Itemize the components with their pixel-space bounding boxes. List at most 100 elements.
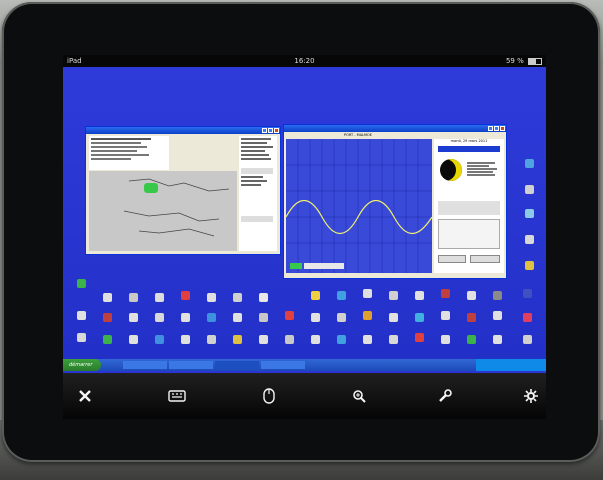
desktop-icon[interactable]: [379, 335, 407, 351]
desktop-icon[interactable]: [67, 311, 95, 327]
ephemeris-panel: mardi, 29 mars 2011: [434, 139, 504, 273]
desktop-icon[interactable]: [223, 313, 251, 329]
keyboard-icon[interactable]: [165, 385, 189, 407]
input-box[interactable]: [438, 201, 500, 215]
battery-percent: 59 %: [505, 57, 524, 65]
taskbar-item[interactable]: [169, 361, 213, 369]
desktop-icon[interactable]: [483, 291, 511, 307]
minimize-icon[interactable]: [262, 128, 267, 133]
desktop-icon[interactable]: [145, 313, 173, 329]
desktop-icon[interactable]: [67, 333, 95, 349]
side-button-bottom[interactable]: [241, 216, 273, 222]
desktop-icon[interactable]: [249, 335, 277, 351]
ipad-bezel: iPad 16:20 59 % PORT - MALMOE mardi, 29 …: [2, 2, 600, 462]
desktop-icon[interactable]: [405, 333, 433, 349]
desktop-icon[interactable]: [119, 293, 147, 309]
desktop-icon[interactable]: [275, 311, 303, 327]
desktop-icon[interactable]: [431, 289, 459, 305]
desktop-icon[interactable]: [353, 335, 381, 351]
desktop-icon[interactable]: [379, 313, 407, 329]
desktop-icon[interactable]: [457, 291, 485, 307]
desktop-icon[interactable]: [327, 313, 355, 329]
desktop-icon[interactable]: [171, 291, 199, 307]
desktop-icon[interactable]: [119, 335, 147, 351]
info-panel: [89, 136, 169, 170]
desktop-icon[interactable]: [483, 335, 511, 351]
utc-bar: [438, 146, 500, 152]
desktop-icon[interactable]: [197, 293, 225, 309]
taskbar-item[interactable]: [261, 361, 305, 369]
map-window[interactable]: [85, 126, 281, 255]
taskbar-item[interactable]: [123, 361, 167, 369]
action-button-right[interactable]: [470, 255, 500, 263]
maximize-icon[interactable]: [494, 126, 499, 131]
desktop-icon[interactable]: [301, 335, 329, 351]
desktop-icon[interactable]: [301, 291, 329, 307]
desktop-icon[interactable]: [515, 209, 543, 225]
desktop-icon[interactable]: [457, 335, 485, 351]
desktop-icon[interactable]: [223, 293, 251, 309]
gear-icon[interactable]: [519, 385, 543, 407]
ios-status-bar: iPad 16:20 59 %: [63, 55, 546, 67]
desktop-icon[interactable]: [405, 291, 433, 307]
desktop-icon[interactable]: [301, 313, 329, 329]
desktop-icon[interactable]: [249, 293, 277, 309]
world-map[interactable]: [89, 171, 237, 251]
desktop-icon[interactable]: [513, 335, 541, 351]
desktop-icon[interactable]: [515, 261, 543, 277]
minimize-icon[interactable]: [488, 126, 493, 131]
tide-table[interactable]: [438, 219, 500, 249]
desktop-icon[interactable]: [145, 293, 173, 309]
desktop-icon[interactable]: [513, 289, 541, 305]
desktop-icon[interactable]: [93, 335, 121, 351]
desktop-icon[interactable]: [379, 291, 407, 307]
desktop-icon[interactable]: [431, 335, 459, 351]
close-window-icon[interactable]: [274, 128, 279, 133]
close-icon[interactable]: [73, 385, 97, 407]
tide-heading: PORT - MALMOE: [344, 133, 373, 137]
tide-window-titlebar[interactable]: [284, 125, 506, 132]
desktop-icon[interactable]: [119, 313, 147, 329]
desktop-icon[interactable]: [353, 311, 381, 327]
desktop-icon[interactable]: [93, 293, 121, 309]
maximize-icon[interactable]: [268, 128, 273, 133]
map-window-titlebar[interactable]: [86, 127, 280, 134]
desktop-icon[interactable]: [515, 159, 543, 175]
tide-window[interactable]: PORT - MALMOE mardi, 29 mars 2011: [283, 124, 507, 279]
desktop-icon[interactable]: [515, 185, 543, 201]
side-list-panel[interactable]: [239, 136, 277, 251]
desktop-icon[interactable]: [275, 335, 303, 351]
desktop-icon[interactable]: [223, 335, 251, 351]
desktop-icon[interactable]: [353, 289, 381, 305]
close-window-icon[interactable]: [500, 126, 505, 131]
desktop-icon[interactable]: [483, 311, 511, 327]
desktop-icon[interactable]: [515, 235, 543, 251]
remote-toolbar: [63, 373, 546, 419]
action-button-left[interactable]: [438, 255, 466, 263]
desktop-icon[interactable]: [171, 313, 199, 329]
desktop-icon[interactable]: [145, 335, 173, 351]
wrench-icon[interactable]: [433, 385, 457, 407]
desktop-icon[interactable]: [327, 291, 355, 307]
desktop-icon[interactable]: [327, 335, 355, 351]
desktop-icon[interactable]: [249, 313, 277, 329]
desktop-icon[interactable]: [405, 313, 433, 329]
desktop-icon[interactable]: [431, 311, 459, 327]
desktop-icon[interactable]: [171, 335, 199, 351]
desktop-icon[interactable]: [67, 279, 95, 295]
desktop-icon[interactable]: [513, 313, 541, 329]
desktop-icon[interactable]: [457, 313, 485, 329]
zoom-icon[interactable]: [347, 385, 371, 407]
desktop-icon[interactable]: [197, 335, 225, 351]
remote-desktop[interactable]: PORT - MALMOE mardi, 29 mars 2011 démarr…: [63, 67, 546, 371]
mouse-icon[interactable]: [257, 385, 281, 407]
desktop-icon[interactable]: [197, 313, 225, 329]
start-button[interactable]: démarrer: [63, 359, 101, 371]
system-tray[interactable]: [476, 359, 546, 371]
taskbar-item-active[interactable]: [215, 361, 259, 369]
desktop-icon[interactable]: [93, 313, 121, 329]
tide-plot[interactable]: [286, 139, 432, 273]
coastline-drawing: [123, 178, 230, 237]
moon-phase-icon: [440, 159, 462, 181]
side-button[interactable]: [241, 168, 273, 174]
